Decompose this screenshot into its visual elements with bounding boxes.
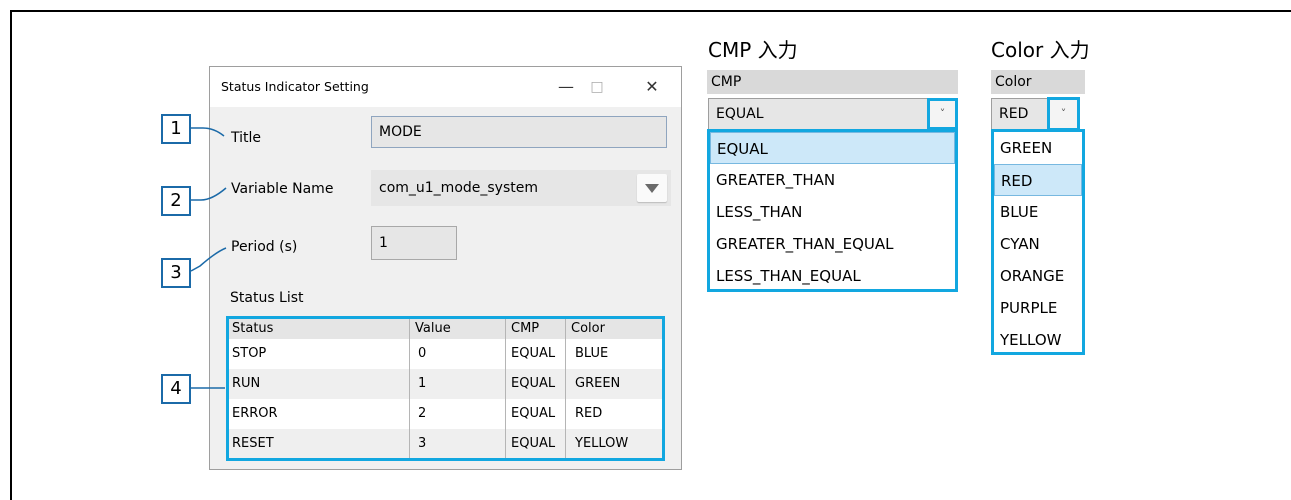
cmp-dropdown-chevron-icon[interactable]: ˅ — [927, 98, 958, 130]
color-option-red[interactable]: RED — [994, 164, 1082, 196]
color-option-purple[interactable]: PURPLE — [994, 292, 1082, 324]
color-option-yellow[interactable]: YELLOW — [994, 324, 1082, 356]
cmp-option-less-than[interactable]: LESS_THAN — [710, 196, 955, 228]
color-selected-value[interactable]: RED — [991, 98, 1049, 130]
color-dropdown-list[interactable]: GREEN RED BLUE CYAN ORANGE PURPLE YELLOW — [991, 129, 1085, 355]
color-option-green[interactable]: GREEN — [994, 132, 1082, 164]
cmp-option-greater-than-equal[interactable]: GREATER_THAN_EQUAL — [710, 228, 955, 260]
cmp-option-less-than-equal[interactable]: LESS_THAN_EQUAL — [710, 260, 955, 292]
cmp-selected-value[interactable]: EQUAL — [708, 98, 930, 130]
callout-3: 3 — [161, 258, 191, 288]
cmp-panel-heading: CMP 入力 — [708, 38, 798, 62]
color-option-orange[interactable]: ORANGE — [994, 260, 1082, 292]
color-option-cyan[interactable]: CYAN — [994, 228, 1082, 260]
cmp-option-equal[interactable]: EQUAL — [710, 132, 955, 164]
leader-line-3 — [190, 247, 227, 272]
color-option-blue[interactable]: BLUE — [994, 196, 1082, 228]
callout-2: 2 — [161, 186, 191, 216]
color-panel-heading: Color 入力 — [991, 38, 1090, 62]
callout-1: 1 — [161, 114, 191, 144]
color-dropdown-chevron-icon[interactable]: ˅ — [1047, 97, 1080, 131]
leader-line-2 — [191, 187, 227, 201]
cmp-column-header: CMP — [707, 70, 958, 94]
callout-leader-lines — [190, 127, 227, 389]
color-column-header: Color — [991, 70, 1085, 94]
callout-4: 4 — [161, 374, 191, 404]
cmp-option-greater-than[interactable]: GREATER_THAN — [710, 164, 955, 196]
leader-line-1 — [191, 127, 225, 137]
cmp-dropdown-list[interactable]: EQUAL GREATER_THAN LESS_THAN GREATER_THA… — [707, 129, 958, 292]
